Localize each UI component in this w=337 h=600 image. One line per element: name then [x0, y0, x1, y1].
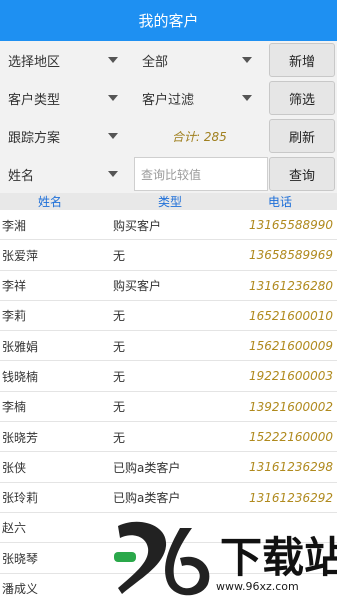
filter-row-3: 跟踪方案 合计: 285 刷新 [0, 117, 337, 155]
cell-name: 赵六 [2, 521, 27, 536]
region-select-label: 选择地区 [8, 54, 61, 70]
table-row[interactable]: 张爱萍 无 13658589969 [0, 240, 337, 271]
cell-phone: 13658589969 [249, 248, 333, 263]
cell-type: 无 [113, 248, 126, 263]
cell-type: 无 [113, 430, 126, 445]
cell-phone: 13161236280 [249, 278, 333, 293]
customer-filter-label: 客户过滤 [142, 92, 195, 108]
query-button[interactable]: 查询 [269, 157, 335, 191]
search-field-label: 姓名 [8, 168, 35, 184]
cell-type: 无 [113, 400, 126, 415]
cell-name: 张晓芳 [2, 430, 39, 445]
table-row[interactable]: 张雅娟 无 15621600009 [0, 331, 337, 362]
follow-plan-label: 跟踪方案 [8, 130, 61, 146]
dropdown-arrow-icon [108, 133, 118, 139]
customer-type-select[interactable]: 客户类型 [8, 79, 120, 117]
table-header: 姓名 类型 电话 [0, 193, 337, 210]
cell-name: 潘成义 [2, 582, 39, 597]
watermark-text: 下载站 [220, 533, 337, 582]
cell-phone: 13921600002 [249, 399, 333, 414]
region-select[interactable]: 选择地区 [8, 41, 120, 79]
cell-name: 李祥 [2, 279, 27, 294]
dropdown-arrow-icon [108, 95, 118, 101]
add-button[interactable]: 新增 [269, 43, 335, 77]
customer-type-label: 客户类型 [8, 92, 61, 108]
table-row[interactable]: 李楠 无 13921600002 [0, 392, 337, 423]
cell-name: 李楠 [2, 400, 27, 415]
search-field-select[interactable]: 姓名 [8, 155, 120, 193]
cell-type: 无 [113, 339, 126, 354]
cell-phone: 15621600009 [249, 339, 333, 354]
app-title-bar: 我的客户 [0, 0, 337, 41]
dropdown-arrow-icon [108, 57, 118, 63]
filter-button[interactable]: 筛选 [269, 81, 335, 115]
cell-name: 张晓琴 [2, 551, 39, 566]
filter-row-4: 姓名 查询比较值 查询 [0, 155, 337, 193]
cell-type: 购买客户 [113, 279, 162, 294]
table-row[interactable]: 张晓芳 无 15222160000 [0, 422, 337, 453]
cell-type: 购买客户 [113, 218, 162, 233]
header-phone: 电话 [267, 195, 292, 209]
filter-row-1: 选择地区 全部 新增 [0, 41, 337, 79]
cell-type: 已购a类客户 [113, 491, 181, 506]
table-row[interactable]: 钱晓楠 无 19221600003 [0, 361, 337, 392]
refresh-button[interactable]: 刷新 [269, 119, 335, 153]
customer-filter-select[interactable]: 客户过滤 [142, 79, 254, 117]
cell-name: 钱晓楠 [2, 369, 39, 384]
cell-name: 张玲莉 [2, 491, 39, 506]
cell-type: 已购a类客户 [113, 460, 181, 475]
cell-phone: 13165588990 [249, 218, 333, 232]
dropdown-arrow-icon [108, 171, 118, 177]
follow-plan-select[interactable]: 跟踪方案 [8, 117, 120, 155]
dropdown-arrow-icon [242, 95, 252, 101]
cell-name: 张侠 [2, 460, 27, 475]
dropdown-arrow-icon [242, 57, 252, 63]
cell-phone: 15222160000 [249, 430, 333, 445]
cell-name: 李湘 [2, 218, 27, 233]
table-row[interactable]: 李祥 购买客户 13161236280 [0, 271, 337, 301]
table-row[interactable]: 李湘 购买客户 13165588990 [0, 210, 337, 241]
total-count: 合计: 285 [172, 129, 227, 144]
filter-panel: 选择地区 全部 新增 客户类型 客户过滤 筛选 跟踪方案 合计: 285 刷新 … [0, 41, 337, 193]
cell-phone: 13161236292 [249, 490, 333, 505]
cell-type: 无 [113, 369, 126, 384]
cell-type: 无 [113, 309, 126, 324]
cell-name: 张爱萍 [2, 248, 39, 263]
table-row[interactable]: 张玲莉 已购a类客户 13161236292 [0, 483, 337, 513]
area-select[interactable]: 全部 [142, 41, 254, 79]
area-select-label: 全部 [142, 54, 169, 70]
filter-row-2: 客户类型 客户过滤 筛选 [0, 79, 337, 117]
cell-name: 张雅娟 [2, 339, 39, 354]
table-row[interactable]: 李莉 无 16521600010 [0, 301, 337, 332]
table-row[interactable]: 张侠 已购a类客户 13161236298 [0, 452, 337, 483]
watermark-url: www.96xz.com [216, 580, 299, 593]
search-input[interactable]: 查询比较值 [134, 157, 268, 191]
cell-phone: 13161236298 [249, 460, 333, 475]
search-placeholder: 查询比较值 [141, 167, 202, 182]
header-type: 类型 [157, 195, 182, 209]
page-title: 我的客户 [138, 12, 199, 30]
cell-phone: 16521600010 [249, 308, 333, 323]
header-name: 姓名 [37, 195, 62, 209]
cell-phone: 19221600003 [249, 369, 333, 384]
cell-name: 李莉 [2, 309, 27, 324]
